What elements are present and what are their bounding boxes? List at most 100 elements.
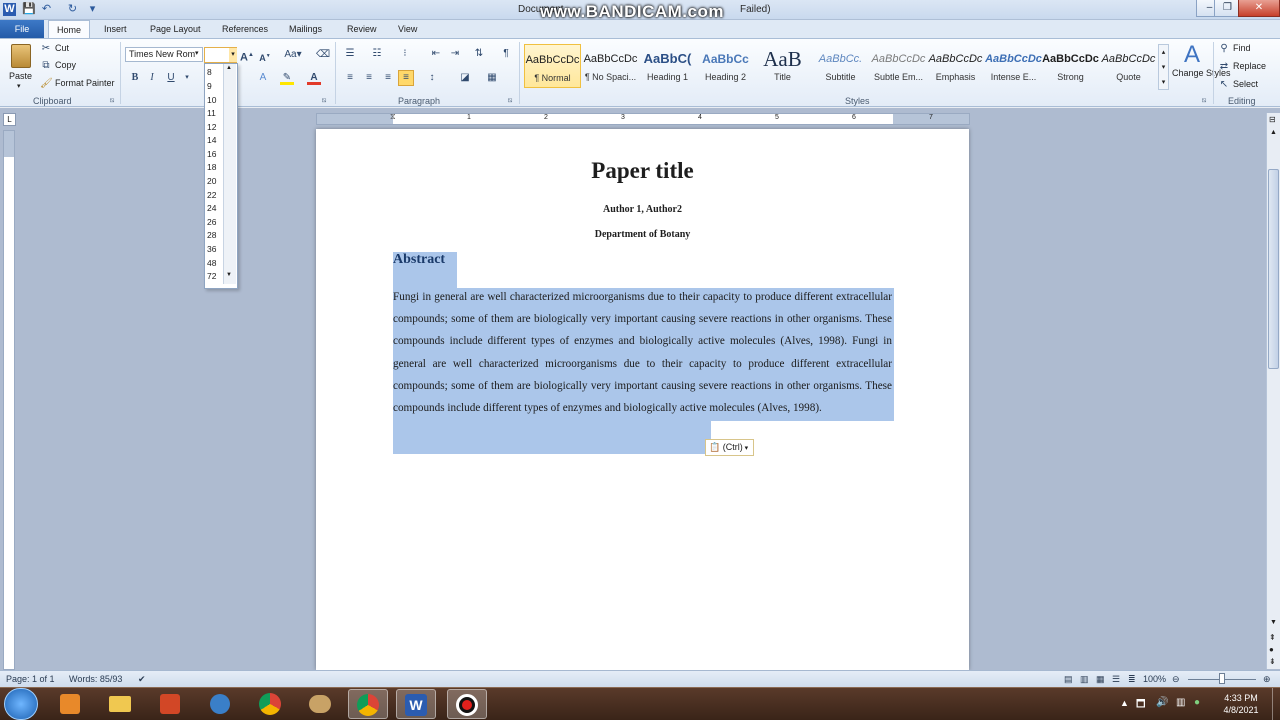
font-size-option[interactable]: 26 (207, 217, 216, 227)
font-family-combo[interactable]: Times New Rom (125, 47, 203, 62)
tab-mailings[interactable]: Mailings (281, 20, 330, 38)
font-size-option[interactable]: 18 (207, 162, 216, 172)
align-right-icon[interactable]: ≡ (381, 71, 395, 85)
underline-dropdown-icon[interactable]: ▾ (180, 71, 194, 85)
text-effects-icon[interactable]: A (256, 71, 270, 85)
style-no-spacing[interactable]: AaBbCcDc ¶ No Spaci... (582, 44, 639, 88)
vertical-scrollbar[interactable]: ⊟ ▲ ▼ ⇞ ● ⇟ (1266, 113, 1280, 669)
increase-indent-icon[interactable]: ⇥ (448, 47, 462, 61)
maximize-button[interactable]: ❐ (1214, 0, 1241, 17)
find-button[interactable]: ⚲ Find (1218, 43, 1274, 56)
abstract-body[interactable]: Fungi in general are well characterized … (393, 286, 892, 419)
style-title[interactable]: AaB Title (754, 44, 811, 88)
tab-references[interactable]: References (214, 20, 276, 38)
word-count[interactable]: Words: 85/93 (69, 674, 122, 684)
format-painter-button[interactable]: 🖌 Format Painter (40, 78, 120, 90)
font-color-icon[interactable]: A (307, 71, 321, 85)
font-size-option[interactable]: 14 (207, 135, 216, 145)
zoom-slider-handle[interactable] (1219, 673, 1225, 684)
file-explorer-icon[interactable] (100, 689, 140, 719)
paste-options-button[interactable]: 📋 (Ctrl) ▾ (705, 439, 754, 456)
tab-page-layout[interactable]: Page Layout (142, 20, 209, 38)
select-button[interactable]: ↖ Select (1218, 79, 1274, 92)
justify-icon[interactable]: ≡ (398, 70, 414, 86)
bullets-icon[interactable]: ☰ (343, 47, 357, 61)
tab-home[interactable]: Home (48, 20, 91, 39)
replace-button[interactable]: ⇄ Replace (1218, 61, 1274, 74)
volume-icon[interactable]: 🔊 (1156, 697, 1168, 708)
change-styles-button[interactable]: A Change Styles (1172, 42, 1231, 92)
style-heading-2[interactable]: AaBbCc Heading 2 (697, 44, 754, 88)
scroll-down-icon[interactable]: ▼ (1270, 619, 1277, 626)
outline-view-icon[interactable]: ☰ (1112, 674, 1120, 685)
font-size-option[interactable]: 9 (207, 81, 212, 91)
scroll-up-icon[interactable]: ▲ (226, 65, 232, 71)
cut-button[interactable]: ✂ Cut (40, 43, 100, 55)
font-size-option[interactable]: 28 (207, 230, 216, 240)
font-size-dropdown-icon[interactable]: ▾ (229, 48, 237, 62)
font-size-option[interactable]: 16 (207, 149, 216, 159)
font-size-option[interactable]: 22 (207, 190, 216, 200)
tab-file[interactable]: File (0, 20, 44, 38)
web-layout-icon[interactable]: ▦ (1096, 674, 1105, 685)
indent-marker-icon[interactable]: ⧖ (390, 112, 396, 122)
math-app-icon[interactable] (200, 689, 240, 719)
font-size-option[interactable]: 24 (207, 203, 216, 213)
zoom-out-icon[interactable]: ⊖ (1172, 674, 1180, 685)
security-icon[interactable]: ● (1194, 697, 1200, 708)
font-size-option[interactable]: 36 (207, 244, 216, 254)
font-size-option[interactable]: 20 (207, 176, 216, 186)
scrollbar-thumb[interactable] (1268, 169, 1279, 369)
bold-button[interactable]: B (128, 71, 142, 85)
style-subtle-emphasis[interactable]: AaBbCcDc Subtle Em... (870, 44, 927, 88)
tab-selector[interactable]: L (3, 113, 16, 126)
highlight-icon[interactable]: ✎ (280, 71, 294, 85)
font-launcher-icon[interactable]: ⧅ (322, 97, 326, 105)
tab-insert[interactable]: Insert (96, 20, 135, 38)
scroll-down-icon[interactable]: ▼ (226, 272, 232, 278)
font-size-input[interactable]: ▾ (204, 47, 237, 63)
start-button[interactable] (4, 688, 38, 720)
next-page-icon[interactable]: ⇟ (1269, 657, 1276, 666)
bandicam-record-icon[interactable] (447, 689, 487, 719)
draft-view-icon[interactable]: ≣ (1128, 674, 1136, 685)
show-formatting-button[interactable]: ¶ (499, 47, 513, 61)
chrome-window-icon[interactable] (348, 689, 388, 719)
copy-button[interactable]: ⧉ Copy (40, 60, 100, 72)
customize-quick-access-icon[interactable]: ▾ (86, 3, 99, 16)
scroll-up-icon[interactable]: ▲ (1270, 129, 1277, 136)
redo-icon[interactable]: ↻ (66, 3, 79, 16)
powerpoint-icon[interactable] (150, 689, 190, 719)
word-window-icon[interactable]: W (396, 689, 436, 719)
style-subtitle[interactable]: AaBbCc. Subtitle (812, 44, 869, 88)
line-spacing-icon[interactable]: ↕ (425, 71, 439, 85)
show-desktop-button[interactable] (1272, 688, 1280, 720)
align-left-icon[interactable]: ≡ (343, 71, 357, 85)
paste-button[interactable]: Paste ▾ (8, 42, 34, 92)
abstract-heading[interactable]: Abstract (393, 252, 445, 268)
style-emphasis[interactable]: AaBbCcDc Emphasis (927, 44, 984, 88)
font-size-option[interactable]: 11 (207, 108, 216, 118)
paint-icon[interactable] (300, 689, 340, 719)
decrease-indent-icon[interactable]: ⇤ (429, 47, 443, 61)
styles-gallery-scroll[interactable]: ▴ ▾ ▾ (1158, 44, 1169, 90)
tab-view[interactable]: View (390, 20, 425, 38)
previous-page-icon[interactable]: ⇞ (1269, 633, 1276, 642)
proofing-icon[interactable]: ✔ (138, 674, 146, 685)
undo-icon[interactable]: ↶ (40, 3, 53, 16)
sort-icon[interactable]: ⇅ (472, 47, 486, 61)
full-screen-reading-icon[interactable]: ▥ (1080, 674, 1089, 685)
vertical-ruler[interactable] (3, 130, 15, 670)
font-size-scrollbar[interactable]: ▲ ▼ (223, 64, 236, 284)
font-family-dropdown-icon[interactable]: ▾ (195, 49, 199, 57)
align-center-icon[interactable]: ≡ (362, 71, 376, 85)
style-intense-emphasis[interactable]: AaBbCcDc Intense E... (985, 44, 1042, 88)
save-icon[interactable]: 💾 (22, 3, 36, 16)
italic-button[interactable]: I (145, 71, 159, 85)
multilevel-list-icon[interactable]: ⁝ (398, 47, 412, 61)
font-size-option[interactable]: 8 (207, 67, 212, 77)
font-size-option[interactable]: 10 (207, 95, 216, 105)
change-case-button[interactable]: Aa▾ (283, 48, 303, 62)
style-normal[interactable]: AaBbCcDc ¶ Normal (524, 44, 581, 88)
tab-review[interactable]: Review (339, 20, 385, 38)
